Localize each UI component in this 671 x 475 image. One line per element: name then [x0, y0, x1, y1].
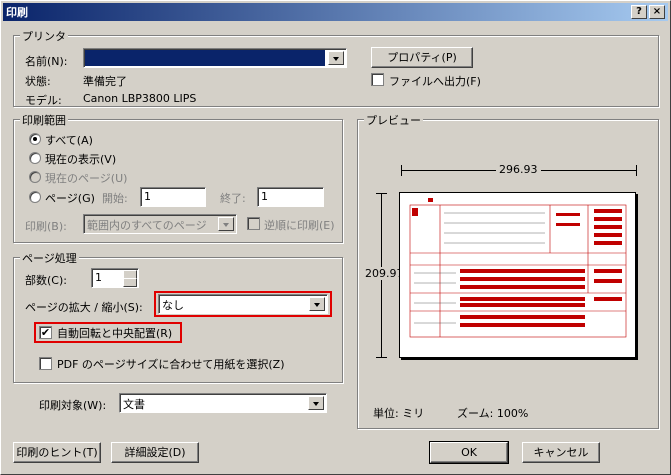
- range-all-radio[interactable]: [29, 133, 41, 145]
- auto-rotate-label: 自動回転と中央配置(R): [57, 327, 173, 340]
- width-dimension-tick: [401, 165, 402, 176]
- scaling-value: なし: [162, 299, 184, 312]
- print-subset-label: 印刷(B):: [25, 220, 67, 233]
- ok-button[interactable]: OK: [429, 441, 509, 464]
- print-what-label: 印刷対象(W):: [39, 399, 107, 412]
- preview-page: [399, 192, 636, 358]
- print-range-group-label: 印刷範囲: [20, 112, 68, 128]
- preview-height: 209.97: [365, 267, 404, 280]
- reverse-order-checkbox[interactable]: [247, 217, 260, 230]
- print-hint-button[interactable]: 印刷のヒント(T): [13, 442, 101, 463]
- range-from-label: 開始:: [102, 192, 128, 205]
- width-dimension-tick: [636, 165, 637, 176]
- print-subset-value: 範囲内のすべてのページ: [87, 219, 207, 232]
- print-what-select[interactable]: 文書: [119, 393, 327, 413]
- range-pages-label: ページ(G): [45, 192, 95, 205]
- copies-input[interactable]: 1: [91, 268, 139, 288]
- model-value: Canon LBP3800 LIPS: [83, 92, 197, 105]
- help-button[interactable]: ?: [631, 5, 647, 19]
- status-value: 準備完了: [83, 75, 127, 88]
- pdf-page-size-checkbox[interactable]: [39, 357, 52, 370]
- preview-group-label: プレビュー: [364, 112, 423, 128]
- range-all-label: すべて(A): [45, 134, 93, 147]
- title-bar: 印刷 ? ×: [3, 3, 668, 21]
- advanced-button[interactable]: 詳細設定(D): [111, 442, 199, 463]
- preview-zoom: ズーム: 100%: [457, 407, 529, 420]
- printer-name-select[interactable]: [83, 48, 347, 68]
- range-to-label: 終了:: [220, 192, 246, 205]
- form-thumbnail: [409, 198, 627, 338]
- range-pages-radio[interactable]: [29, 191, 41, 203]
- print-subset-select[interactable]: 範囲内のすべてのページ: [83, 214, 237, 234]
- printer-group-label: プリンタ: [20, 28, 68, 44]
- close-button[interactable]: ×: [649, 5, 665, 19]
- scaling-label: ページの拡大 / 縮小(S):: [25, 301, 143, 314]
- pdf-page-size-label: PDF のページサイズに合わせて用紙を選択(Z): [57, 358, 285, 371]
- chevron-down-icon[interactable]: [218, 217, 234, 231]
- print-dialog: 印刷 ? × プリンタ 名前(N): プロパティ(P) 状態: 準備完了 モデル…: [0, 0, 671, 475]
- reverse-order-label: 逆順に印刷(E): [264, 219, 335, 232]
- status-label: 状態:: [25, 75, 51, 88]
- range-current-page-label: 現在のページ(U): [45, 172, 128, 185]
- range-from-input[interactable]: 1: [140, 187, 206, 207]
- cancel-button[interactable]: キャンセル: [522, 442, 600, 463]
- model-label: モデル:: [25, 94, 62, 107]
- properties-button[interactable]: プロパティ(P): [371, 47, 473, 68]
- print-to-file-label: ファイルへ出力(F): [389, 75, 481, 88]
- chevron-down-icon[interactable]: [308, 396, 324, 410]
- preview-width: 296.93: [496, 163, 541, 176]
- scaling-select[interactable]: なし: [158, 294, 328, 314]
- range-current-view-radio[interactable]: [29, 152, 41, 164]
- print-what-value: 文書: [123, 398, 145, 411]
- chevron-down-icon[interactable]: [309, 297, 325, 311]
- chevron-down-icon[interactable]: [328, 51, 344, 65]
- copies-label: 部数(C):: [25, 274, 67, 287]
- page-handling-group-label: ページ処理: [20, 250, 79, 266]
- range-current-view-label: 現在の表示(V): [45, 153, 117, 166]
- dialog-title: 印刷: [6, 6, 28, 19]
- printer-name-label: 名前(N):: [25, 55, 68, 68]
- range-current-page-radio[interactable]: [29, 171, 41, 183]
- print-to-file-checkbox[interactable]: [371, 73, 384, 86]
- auto-rotate-checkbox[interactable]: ✔: [39, 326, 52, 339]
- preview-units: 単位: ミリ: [373, 407, 425, 420]
- height-dimension-tick: [376, 357, 387, 358]
- copies-value: 1: [95, 271, 102, 284]
- range-to-input[interactable]: 1: [257, 187, 324, 207]
- height-dimension-tick: [376, 193, 387, 194]
- spin-down-icon[interactable]: [123, 278, 137, 287]
- printer-name-value: [85, 50, 325, 66]
